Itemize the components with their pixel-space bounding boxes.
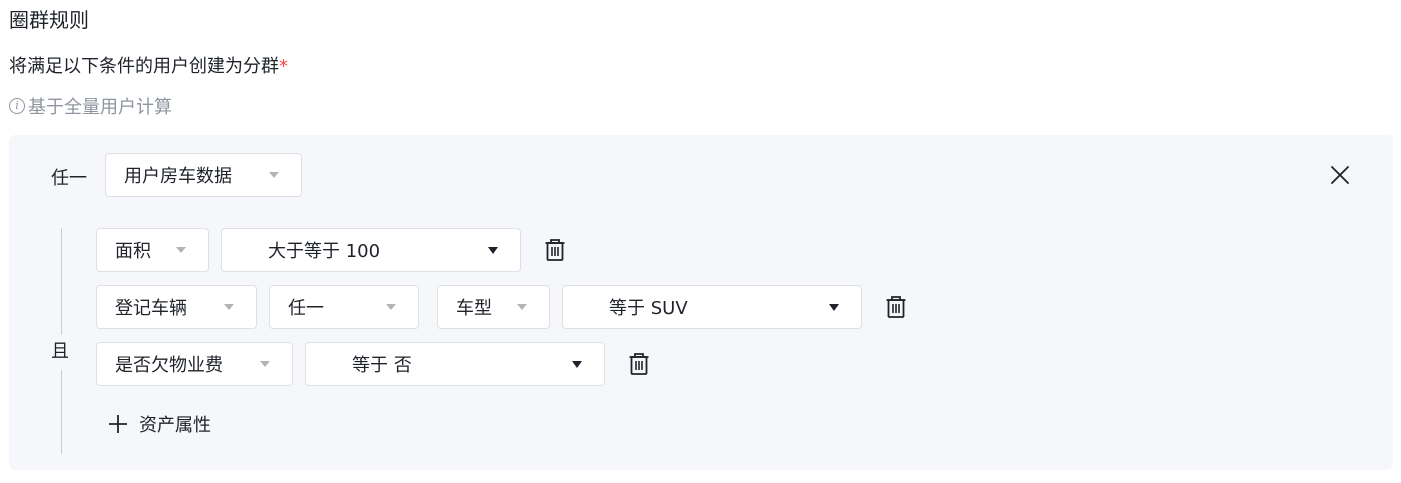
subfield-select-model[interactable]: 车型: [437, 285, 550, 329]
caret-down-icon: [488, 246, 498, 254]
subfield-select-value: 车型: [456, 298, 492, 319]
rule-description: 将满足以下条件的用户创建为分群*: [9, 52, 288, 78]
condition-select-fee[interactable]: 等于 否: [305, 342, 605, 386]
field-select-value: 面积: [115, 241, 151, 262]
close-icon[interactable]: [1329, 164, 1351, 186]
category-select-value: 用户房车数据: [124, 166, 232, 187]
required-mark: *: [279, 56, 288, 77]
add-asset-attribute-label: 资产属性: [139, 415, 211, 436]
chevron-down-icon: [260, 361, 270, 367]
field-select-area[interactable]: 面积: [96, 228, 209, 272]
match-mode-select[interactable]: 任一: [269, 285, 419, 329]
chevron-down-icon: [224, 304, 234, 310]
plus-icon: [109, 415, 127, 433]
field-select-value: 登记车辆: [115, 298, 187, 319]
chevron-down-icon: [176, 247, 186, 253]
calc-hint: i 基于全量用户计算: [9, 93, 172, 119]
condition-select-area[interactable]: 大于等于 100: [221, 228, 521, 272]
logic-connector-line: [61, 370, 62, 454]
add-asset-attribute-button[interactable]: 资产属性: [107, 411, 211, 437]
chevron-down-icon: [386, 304, 396, 310]
info-icon: i: [9, 98, 25, 114]
trash-icon[interactable]: [885, 295, 907, 319]
caret-down-icon: [829, 303, 839, 311]
trash-icon[interactable]: [544, 238, 566, 262]
rule-description-text: 将满足以下条件的用户创建为分群: [9, 56, 279, 77]
caret-down-icon: [572, 360, 582, 368]
condition-value: 大于等于 100: [268, 241, 381, 262]
logic-connector-line: [61, 228, 62, 335]
condition-value: 等于 否: [352, 355, 412, 376]
field-select-value: 是否欠物业费: [115, 355, 223, 376]
calc-hint-text: 基于全量用户计算: [28, 97, 172, 118]
condition-value: 等于 SUV: [609, 298, 688, 319]
match-mode-label: 任一: [51, 168, 87, 189]
chevron-down-icon: [269, 172, 279, 178]
trash-icon[interactable]: [628, 352, 650, 376]
field-select-fee[interactable]: 是否欠物业费: [96, 342, 293, 386]
chevron-down-icon: [517, 304, 527, 310]
page-title: 圈群规则: [9, 8, 89, 32]
match-mode-value: 任一: [288, 298, 324, 319]
logic-and-label: 且: [51, 341, 69, 362]
rule-group-panel: 任一 用户房车数据 且 面积 大于等于 100 登记车辆 任一 车型 等于 SU…: [9, 135, 1393, 470]
field-select-vehicle[interactable]: 登记车辆: [96, 285, 257, 329]
category-select[interactable]: 用户房车数据: [105, 153, 302, 197]
condition-select-model[interactable]: 等于 SUV: [562, 285, 862, 329]
